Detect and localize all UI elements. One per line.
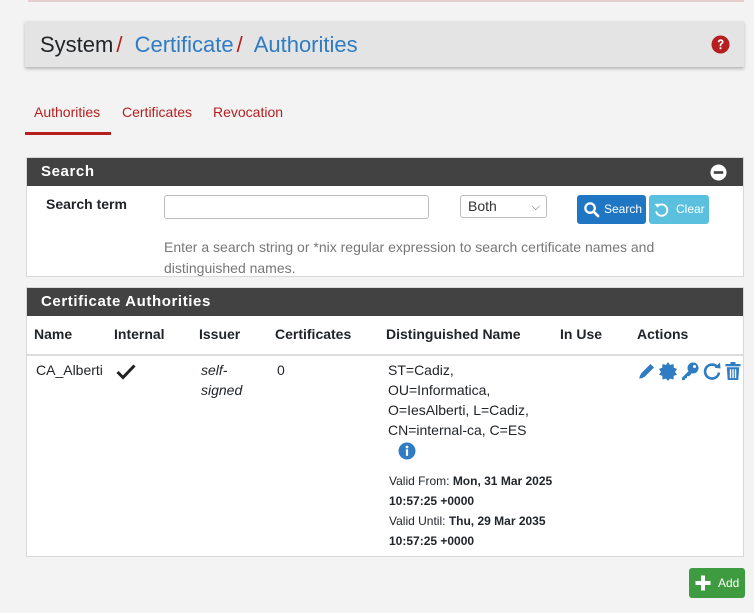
valid-from-time: 10:57:25 +0000 (389, 494, 475, 508)
chevron-down-icon: ⌵ (531, 201, 540, 213)
search-scope-select[interactable]: Both ⌵ (460, 195, 547, 218)
ca-issuer-line: self- (201, 362, 228, 378)
tab-revocation[interactable]: Revocation (213, 96, 283, 128)
valid-until: Valid Until: Thu, 29 Mar 2035 (389, 511, 546, 531)
tab-certificates[interactable]: Certificates (122, 96, 192, 128)
column-header-actions: Actions (637, 326, 689, 342)
ca-issuer-line: signed (201, 382, 243, 398)
renew-icon[interactable] (702, 361, 722, 381)
plus-icon (695, 575, 711, 591)
valid-until-time: 10:57:25 +0000 (389, 534, 475, 548)
collapse-icon[interactable] (710, 164, 727, 181)
help-icon[interactable] (711, 35, 730, 54)
breadcrumb: System / Certificate / Authorities (40, 32, 358, 58)
search-input[interactable] (164, 195, 429, 219)
search-button[interactable]: Search (577, 195, 646, 224)
valid-from: Valid From: Mon, 31 Mar 2025 (389, 471, 552, 491)
column-header-in-use: In Use (560, 326, 603, 342)
search-panel: Search Search term Both ⌵ Search Clear E… (26, 157, 744, 277)
breadcrumb-separator: / (116, 32, 123, 57)
search-icon (584, 202, 600, 218)
ca-panel-header: Certificate Authorities (27, 288, 743, 316)
key-icon[interactable] (680, 361, 700, 381)
ca-certificate-count: 0 (277, 362, 285, 378)
ca-issuer: self- signed (201, 360, 242, 400)
breadcrumb-system: System (40, 32, 114, 57)
certificate-icon[interactable] (658, 361, 678, 381)
header-divider (27, 354, 743, 356)
active-tab-indicator (25, 132, 111, 135)
dn-line: CN=internal-ca, C=ES (388, 422, 527, 438)
valid-from-time-line: 10:57:25 +0000 (389, 491, 474, 511)
breadcrumb-panel: System / Certificate / Authorities (25, 21, 744, 67)
dn-line: ST=Cadiz, (388, 362, 454, 378)
valid-until-label: Valid Until: (389, 514, 446, 528)
ca-distinguished-name: ST=Cadiz, OU=Informatica, O=IesAlberti, … (388, 360, 529, 440)
column-header-distinguished-name: Distinguished Name (386, 326, 521, 342)
search-panel-title: Search (41, 163, 95, 180)
column-header-name: Name (34, 326, 73, 342)
edit-icon[interactable] (637, 361, 657, 381)
add-button-label: Add (718, 576, 740, 590)
clear-button-label: Clear (676, 202, 705, 216)
valid-until-time-line: 10:57:25 +0000 (389, 531, 474, 551)
search-term-label: Search term (46, 196, 127, 212)
search-panel-header: Search (27, 158, 743, 186)
trash-icon[interactable] (723, 361, 743, 381)
dn-line: O=IesAlberti, L=Cadiz, (388, 402, 529, 418)
search-help-text: Enter a search string or *nix regular ex… (164, 239, 655, 276)
check-icon (116, 364, 136, 380)
undo-icon (654, 203, 669, 217)
ca-name: CA_Alberti (36, 362, 103, 378)
breadcrumb-authorities[interactable]: Authorities (254, 32, 358, 57)
ca-panel: Certificate Authorities Name Internal Is… (26, 287, 744, 557)
valid-from-label: Valid From: (389, 474, 450, 488)
column-header-internal: Internal (114, 326, 165, 342)
info-icon[interactable] (398, 442, 416, 460)
column-header-issuer: Issuer (199, 326, 241, 342)
ca-panel-title: Certificate Authorities (41, 293, 211, 310)
top-strip (28, 0, 744, 2)
search-button-label: Search (604, 202, 643, 216)
search-scope-value: Both (468, 198, 497, 214)
breadcrumb-certificate[interactable]: Certificate (135, 32, 234, 57)
valid-from-date: Mon, 31 Mar 2025 (452, 474, 553, 488)
valid-until-date: Thu, 29 Mar 2035 (448, 514, 546, 528)
tab-authorities[interactable]: Authorities (34, 96, 100, 128)
dn-line: OU=Informatica, (388, 382, 491, 398)
breadcrumb-separator: / (236, 32, 243, 57)
add-button[interactable]: Add (689, 568, 745, 598)
column-header-certificates: Certificates (275, 326, 352, 342)
clear-button[interactable]: Clear (649, 195, 709, 224)
